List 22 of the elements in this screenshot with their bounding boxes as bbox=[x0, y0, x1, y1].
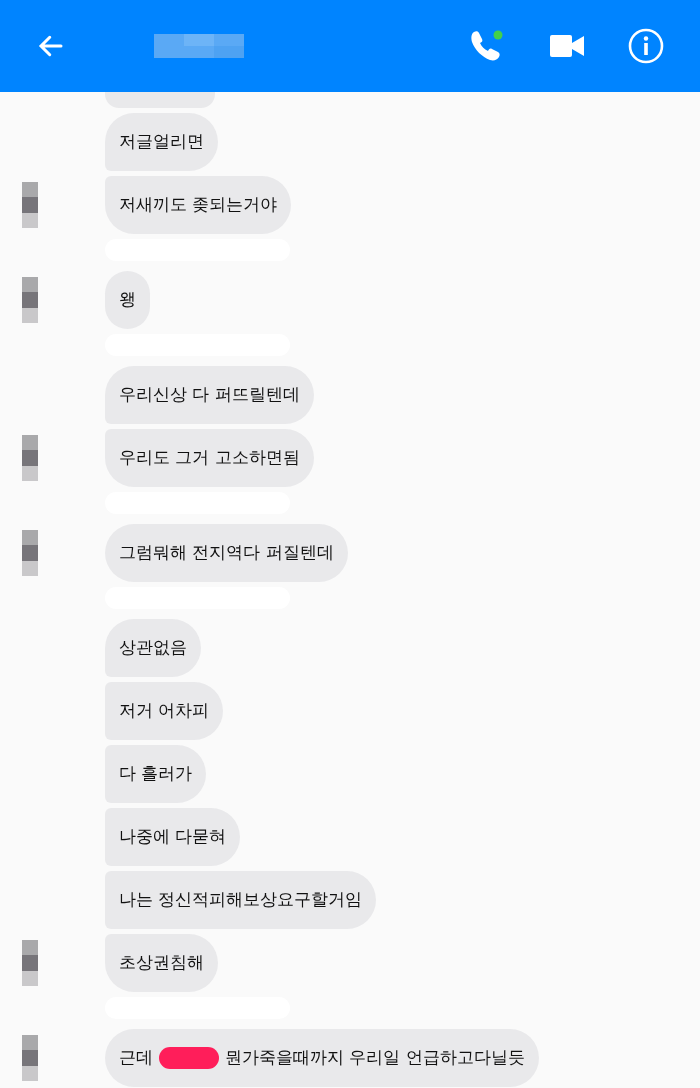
message-text: 왱 bbox=[119, 288, 136, 312]
message-text: 다 흘러가 bbox=[119, 762, 193, 786]
message-text: 저새끼도 좆되는거야 bbox=[119, 193, 278, 217]
message-text: 우리도 그거 고소하면됨 bbox=[119, 446, 300, 470]
video-camera-icon[interactable] bbox=[550, 35, 584, 57]
message-text: 그럼뭐해 전지역다 퍼질텐데 bbox=[119, 541, 334, 565]
message-text: 근데 bbox=[119, 1046, 153, 1070]
message-text: 상관없음 bbox=[119, 636, 187, 660]
blurred-avatar-drawing bbox=[22, 182, 38, 228]
message-text: 우리신상 다 퍼뜨릴텐데 bbox=[119, 383, 300, 407]
message-text: 뭔가죽을때까지 우리일 언급하고다닐듯 bbox=[225, 1046, 525, 1070]
blurred-avatar-drawing bbox=[22, 1035, 38, 1081]
message-text: 나중에 다묻혀 bbox=[119, 825, 227, 849]
info-icon[interactable] bbox=[628, 28, 664, 64]
message-text: 저거 어차피 bbox=[119, 699, 210, 723]
blurred-avatar-drawing bbox=[22, 435, 38, 481]
blurred-avatar-drawing bbox=[22, 530, 38, 576]
message-text: 나는 정신적피해보상요구할거임 bbox=[119, 888, 363, 912]
blurred-avatar-drawing bbox=[22, 277, 38, 323]
message-text: 저글얼리면 bbox=[119, 130, 204, 154]
blurred-avatar-drawing bbox=[22, 940, 38, 986]
message-text: 초상권침해 bbox=[119, 951, 204, 975]
